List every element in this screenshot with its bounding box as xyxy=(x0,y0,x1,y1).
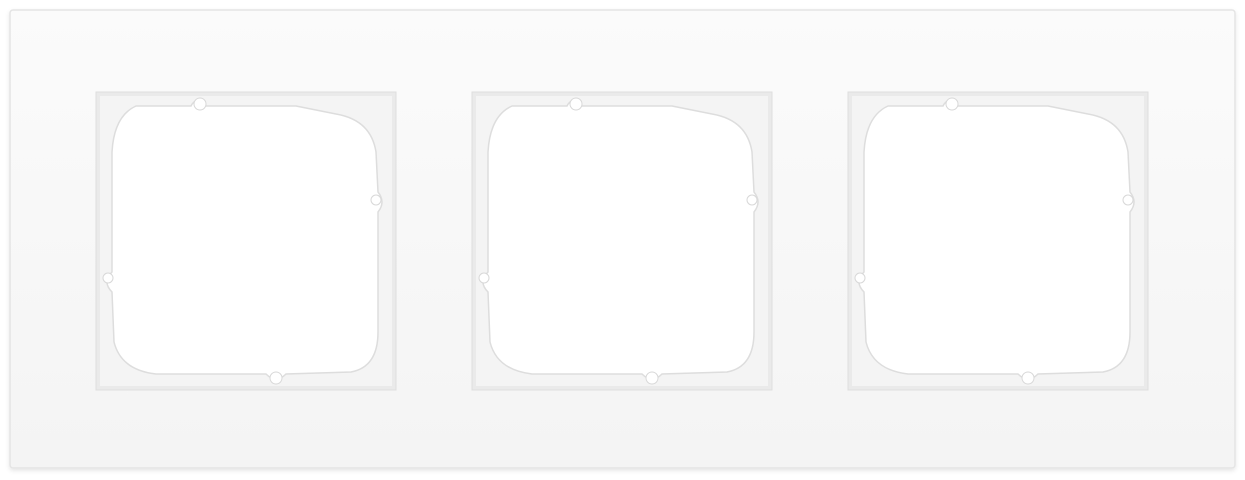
gang-opening-1 xyxy=(95,91,397,391)
frame-illustration xyxy=(9,9,1236,469)
insert-cutout-2 xyxy=(482,100,759,380)
gang-opening-3 xyxy=(847,91,1149,391)
gang-opening-2 xyxy=(471,91,773,391)
insert-cutout-1 xyxy=(106,100,383,380)
insert-cutout-3 xyxy=(858,100,1135,380)
